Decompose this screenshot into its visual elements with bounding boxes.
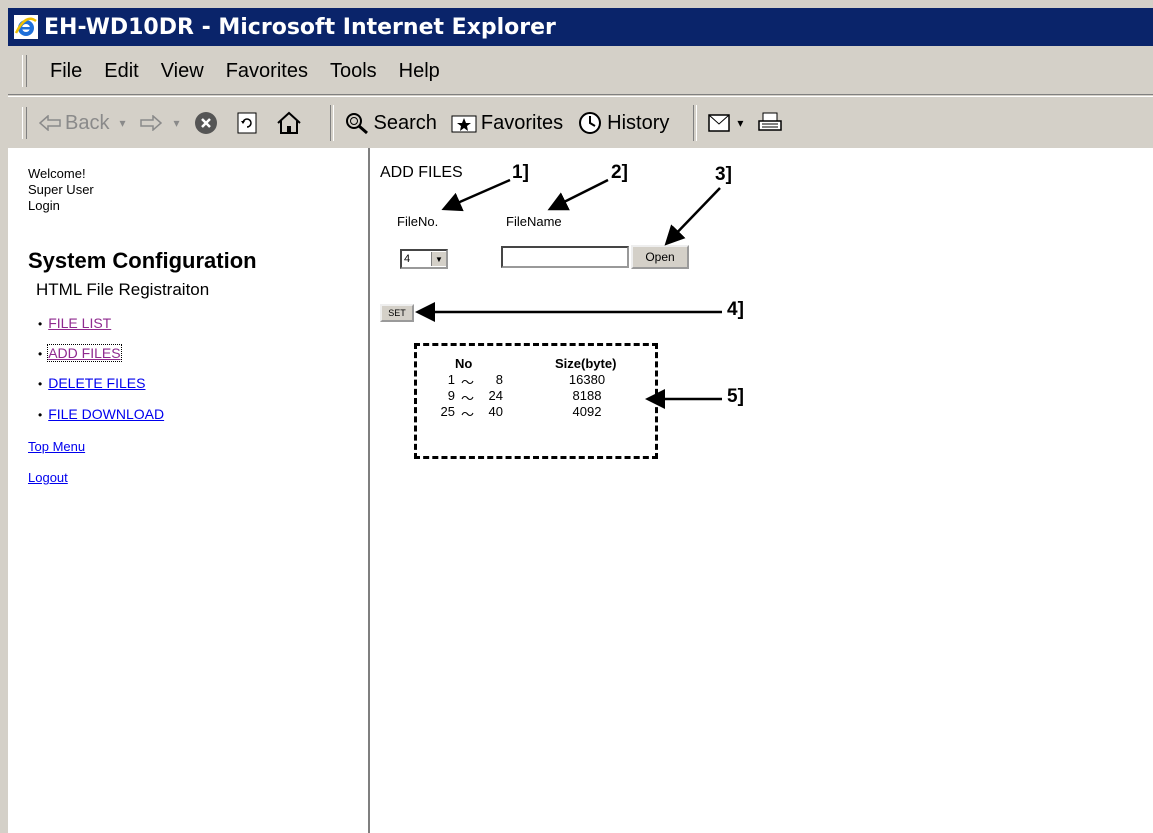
menu-edit[interactable]: Edit — [93, 60, 149, 83]
filename-label: FileName — [506, 214, 562, 229]
forward-button[interactable]: ▾ — [139, 115, 180, 131]
table-header-size: Size(byte) — [555, 356, 617, 371]
menu-file[interactable]: File — [39, 60, 93, 83]
row2-to: 24 — [488, 388, 503, 403]
user-name: Super User — [28, 182, 94, 197]
html-file-registration-heading: HTML File Registraiton — [36, 280, 210, 299]
forward-dropdown-icon[interactable]: ▾ — [174, 116, 180, 130]
row1-size: 16380 — [568, 372, 606, 387]
chevron-down-icon[interactable]: ▼ — [431, 252, 446, 266]
refresh-button[interactable] — [236, 111, 262, 135]
back-dropdown-icon[interactable]: ▾ — [119, 116, 125, 130]
fileno-selected-value: 4 — [404, 253, 411, 265]
row3-to: 40 — [488, 404, 503, 419]
bullet: • — [38, 377, 43, 391]
arrow-2 — [547, 178, 609, 211]
favorites-button[interactable]: Favorites — [451, 112, 563, 135]
link-delete-files[interactable]: DELETE FILES — [48, 375, 145, 391]
file-size-table: No Size(byte) 1 〜 8 16380 9 〜 24 8188 25… — [414, 343, 658, 459]
callout-3: 3] — [715, 164, 732, 185]
welcome-text: Welcome! — [28, 166, 86, 181]
row2-from: 9 — [447, 388, 455, 403]
menu-bar: File Edit View Favorites Tools Help — [8, 48, 1153, 95]
print-button[interactable] — [757, 111, 787, 135]
menu-grip — [22, 55, 27, 87]
link-file-list[interactable]: FILE LIST — [48, 315, 111, 331]
bullet: • — [38, 317, 43, 331]
favorites-label: Favorites — [480, 111, 564, 134]
menu-favorites[interactable]: Favorites — [215, 60, 319, 83]
link-add-files[interactable]: ADD FILES — [47, 344, 122, 362]
history-icon — [579, 112, 602, 134]
nav-item-add-files: • ADD FILES — [38, 344, 122, 363]
callout-2: 2] — [611, 162, 628, 183]
toolbar-separator — [329, 105, 334, 141]
table-header-no: No — [455, 356, 473, 371]
filename-input[interactable] — [501, 246, 629, 268]
search-label: Search — [373, 111, 437, 134]
row2-size: 8188 — [572, 388, 602, 403]
login-status: Login — [28, 198, 60, 213]
menu-tools[interactable]: Tools — [319, 60, 388, 83]
refresh-icon — [237, 112, 257, 134]
callout-4: 4] — [727, 299, 744, 320]
link-file-download[interactable]: FILE DOWNLOAD — [48, 406, 164, 422]
browser-window: EH-WD10DR - Microsoft Internet Explorer … — [0, 0, 1153, 833]
arrow-1 — [441, 178, 511, 212]
title-bar: EH-WD10DR - Microsoft Internet Explorer — [8, 8, 1153, 46]
nav-item-delete-files: • DELETE FILES — [38, 375, 145, 393]
toolbar: Back ▾ ▾ Search Favorites History ▾ — [8, 96, 1153, 150]
row3-sep: 〜 — [461, 407, 475, 422]
mail-button[interactable]: ▾ — [707, 111, 743, 135]
menu-help[interactable]: Help — [388, 60, 451, 83]
nav-item-file-list: • FILE LIST — [38, 315, 111, 333]
ie-logo-icon — [14, 15, 38, 39]
bullet: • — [38, 347, 43, 361]
mail-icon — [708, 114, 731, 132]
callout-1: 1] — [512, 162, 529, 183]
row1-to: 8 — [495, 372, 503, 387]
callout-5: 5] — [727, 386, 744, 407]
link-logout[interactable]: Logout — [28, 470, 68, 485]
mail-dropdown-icon[interactable]: ▾ — [737, 116, 743, 130]
search-icon — [345, 113, 368, 135]
callout-arrows — [415, 178, 722, 409]
fileno-select[interactable]: 4 ▼ — [400, 249, 448, 269]
back-arrow-icon — [39, 115, 61, 131]
favorites-star-icon — [451, 115, 477, 133]
main-content-frame: ADD FILES FileNo. FileName 4 ▼ Open SET … — [370, 148, 1153, 833]
window-title: EH-WD10DR - Microsoft Internet Explorer — [44, 14, 556, 40]
menu-view[interactable]: View — [150, 60, 215, 83]
stop-icon — [194, 112, 217, 134]
home-icon — [276, 111, 301, 134]
page-title: ADD FILES — [380, 164, 463, 181]
back-button[interactable]: Back ▾ — [39, 112, 126, 135]
row3-from: 25 — [440, 404, 455, 419]
toolbar-grip — [22, 107, 27, 139]
arrow-3 — [664, 187, 721, 246]
link-top-menu[interactable]: Top Menu — [28, 439, 85, 454]
row3-size: 4092 — [572, 404, 602, 419]
bullet: • — [38, 408, 43, 422]
printer-icon — [758, 112, 783, 131]
row1-from: 1 — [447, 372, 455, 387]
forward-arrow-icon — [139, 115, 162, 131]
system-configuration-heading: System Configuration — [28, 248, 257, 273]
stop-button[interactable] — [194, 111, 222, 135]
nav-item-file-download: • FILE DOWNLOAD — [38, 406, 164, 424]
open-button[interactable]: Open — [631, 245, 689, 269]
toolbar-separator-2 — [693, 105, 698, 141]
history-label: History — [607, 111, 670, 134]
fileno-label: FileNo. — [397, 214, 439, 229]
left-nav-frame: Welcome! Super User Login System Configu… — [8, 148, 370, 833]
set-button[interactable]: SET — [380, 304, 414, 322]
search-button[interactable]: Search — [344, 111, 437, 135]
home-button[interactable] — [276, 111, 306, 135]
history-button[interactable]: History — [577, 111, 669, 135]
back-label: Back — [65, 111, 110, 134]
